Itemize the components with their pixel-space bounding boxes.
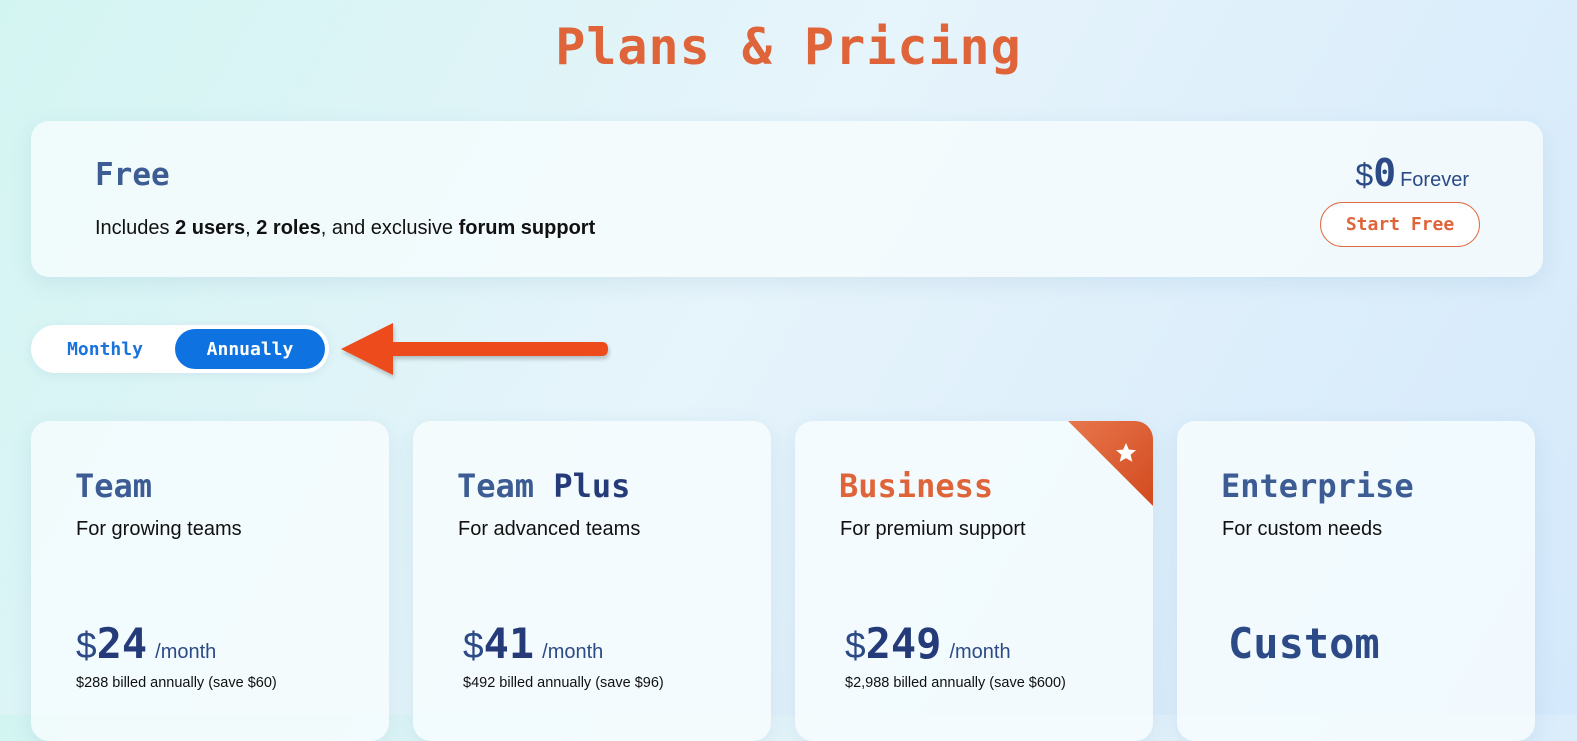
billing-toggle: Monthly Annually bbox=[31, 325, 329, 373]
free-plan-title: Free bbox=[95, 157, 170, 193]
price-period: /month bbox=[155, 641, 217, 663]
plan-price: $41/month bbox=[463, 619, 603, 668]
plan-billing-note: $492 billed annually (save $96) bbox=[463, 675, 664, 691]
free-plan-description: Includes 2 users, 2 roles, and exclusive… bbox=[95, 217, 596, 239]
plan-price: $24/month bbox=[76, 619, 216, 668]
currency-symbol: $ bbox=[76, 625, 97, 666]
plan-tagline: For premium support bbox=[840, 518, 1026, 540]
plan-tagline: For growing teams bbox=[76, 518, 242, 540]
pointer-arrow-icon bbox=[341, 323, 608, 375]
monthly-toggle-button[interactable]: Monthly bbox=[37, 329, 173, 369]
free-plan-price: $0 Forever bbox=[1355, 151, 1469, 195]
plan-billing-note: $2,988 billed annually (save $600) bbox=[845, 675, 1066, 691]
page-title: Plans & Pricing bbox=[555, 18, 1022, 76]
annually-toggle-button[interactable]: Annually bbox=[175, 329, 325, 369]
free-plan-card: Free Includes 2 users, 2 roles, and excl… bbox=[31, 121, 1543, 277]
price-period: /month bbox=[949, 641, 1011, 663]
plan-tagline: For custom needs bbox=[1222, 518, 1383, 540]
team-plus-plan-card: Team Plus For advanced teams $41/month $… bbox=[413, 421, 771, 741]
plan-price-custom: Custom bbox=[1228, 619, 1380, 668]
featured-ribbon bbox=[1068, 421, 1153, 506]
enterprise-plan-card: Enterprise For custom needs Custom bbox=[1177, 421, 1535, 741]
price-period: /month bbox=[542, 641, 604, 663]
business-plan-card: Business For premium support $249/month … bbox=[795, 421, 1153, 741]
price-amount: 41 bbox=[483, 619, 535, 668]
plan-name: Business bbox=[839, 467, 994, 505]
currency-symbol: $ bbox=[845, 625, 866, 666]
plan-name: Team Plus bbox=[457, 467, 631, 505]
plan-name: Enterprise bbox=[1221, 467, 1414, 505]
plan-price: $249/month bbox=[845, 619, 1011, 668]
price-period: Forever bbox=[1400, 169, 1469, 191]
currency-symbol: $ bbox=[463, 625, 484, 666]
price-amount: 249 bbox=[865, 619, 942, 668]
plan-billing-note: $288 billed annually (save $60) bbox=[76, 675, 277, 691]
plan-name: Team bbox=[75, 467, 153, 505]
team-plan-card: Team For growing teams $24/month $288 bi… bbox=[31, 421, 389, 741]
price-amount: 0 bbox=[1373, 151, 1397, 195]
plan-tagline: For advanced teams bbox=[458, 518, 641, 540]
price-amount: 24 bbox=[96, 619, 148, 668]
currency-symbol: $ bbox=[1355, 157, 1374, 193]
start-free-button[interactable]: Start Free bbox=[1320, 202, 1480, 247]
